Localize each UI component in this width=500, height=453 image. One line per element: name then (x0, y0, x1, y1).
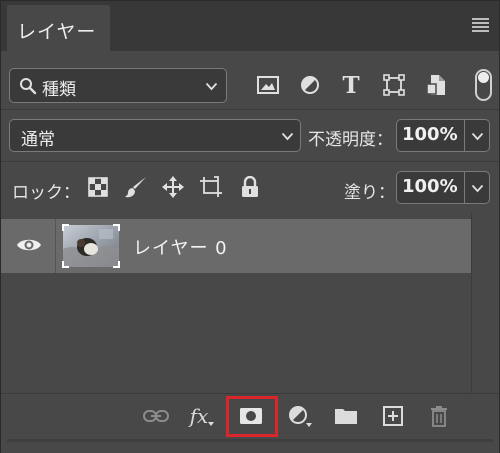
chevron-down-icon (471, 184, 484, 193)
search-icon (20, 78, 37, 95)
filter-toggle-switch[interactable] (475, 69, 492, 101)
type-filter-icon[interactable]: T (339, 72, 363, 99)
divider (1, 161, 499, 162)
new-layer-icon[interactable] (378, 402, 408, 430)
fill-label: 塗り： (344, 183, 395, 203)
tab-layers-label: レイヤー (17, 21, 97, 43)
layer-thumbnail[interactable] (61, 223, 121, 269)
fill-dropdown-button[interactable] (465, 171, 490, 204)
opacity-value: 100% (402, 124, 458, 145)
layer-name[interactable]: レイヤー 0 (133, 234, 228, 260)
eye-visibility-icon[interactable] (16, 235, 42, 255)
blend-mode-select[interactable]: 通常 (9, 119, 301, 152)
lock-artboard-icon[interactable] (199, 175, 223, 199)
fill-input[interactable]: 100% (396, 171, 465, 204)
layer-style-icon[interactable]: fx (187, 402, 217, 430)
hamburger-menu-icon[interactable] (472, 18, 489, 32)
adjustment-filter-icon[interactable] (298, 72, 322, 98)
divider (1, 109, 499, 110)
lock-label: ロック： (12, 183, 80, 203)
delete-layer-icon[interactable] (424, 402, 454, 430)
toggle-knob (478, 72, 489, 83)
divider (55, 219, 56, 273)
highlight-box (226, 396, 278, 437)
new-group-folder-icon[interactable] (331, 402, 361, 430)
layer-list: レイヤー 0 (1, 213, 499, 393)
chevron-down-icon (281, 132, 294, 141)
opacity-label: 不透明度： (308, 130, 393, 150)
adjustment-layer-icon[interactable] (285, 402, 315, 430)
chevron-down-icon (471, 132, 484, 141)
shape-filter-icon[interactable] (382, 72, 406, 98)
divider (7, 439, 493, 442)
layer-row[interactable]: レイヤー 0 (1, 219, 471, 273)
fx-label: fx (189, 404, 209, 428)
bottom-toolbar: fx (1, 393, 499, 439)
lock-position-icon[interactable] (161, 175, 185, 199)
lock-all-icon[interactable] (238, 175, 262, 199)
filter-kind-select[interactable]: 種類 (9, 68, 227, 103)
chevron-down-icon (205, 82, 218, 91)
link-layers-icon[interactable] (141, 402, 171, 430)
blend-mode-label: 通常 (21, 130, 55, 150)
lock-image-pixels-icon[interactable] (124, 175, 148, 199)
panel-resize-handle[interactable] (1, 439, 499, 453)
layers-panel: レイヤー 種類 T 通常 不透明度： 100% ロック： 塗り： 100% レイ… (0, 0, 500, 453)
submenu-arrow-icon (208, 422, 215, 426)
panel-tab-bar: レイヤー (1, 1, 499, 51)
smart-object-filter-icon[interactable] (424, 72, 448, 98)
filter-kind-label: 種類 (42, 80, 76, 100)
fill-value: 100% (402, 176, 458, 197)
scrollbar-track[interactable] (471, 213, 499, 393)
tab-layers[interactable]: レイヤー (7, 5, 110, 51)
opacity-input[interactable]: 100% (396, 119, 465, 152)
opacity-dropdown-button[interactable] (465, 119, 490, 152)
lock-transparent-pixels-icon[interactable] (86, 175, 110, 199)
image-filter-icon[interactable] (256, 72, 280, 98)
